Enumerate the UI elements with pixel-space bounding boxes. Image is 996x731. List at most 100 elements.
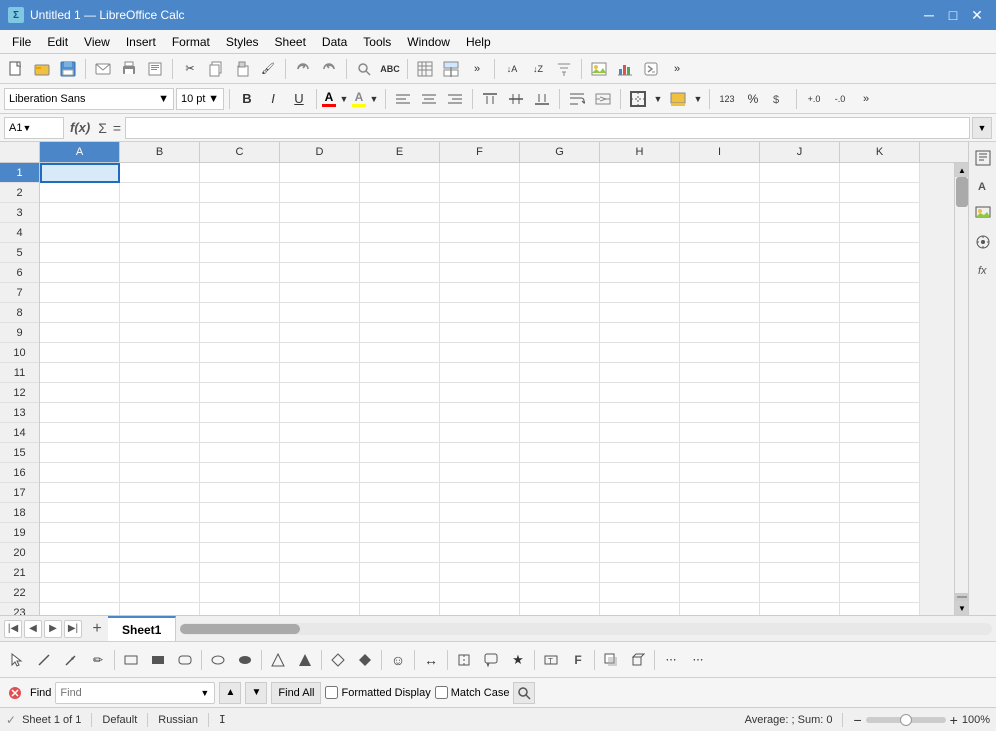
row-num-6[interactable]: 6 xyxy=(0,263,39,283)
cell-E1[interactable] xyxy=(360,163,440,183)
equals-button[interactable]: = xyxy=(111,120,123,136)
row-num-3[interactable]: 3 xyxy=(0,203,39,223)
redo-button[interactable] xyxy=(317,57,341,81)
col-header-F[interactable]: F xyxy=(440,142,520,162)
flowchart-button[interactable] xyxy=(451,647,477,673)
rect-rounded-button[interactable] xyxy=(172,647,198,673)
vertical-scrollbar[interactable]: ▲ ▼ xyxy=(954,163,968,615)
menu-data[interactable]: Data xyxy=(314,30,355,53)
line-tool-button[interactable] xyxy=(31,647,57,673)
col-header-C[interactable]: C xyxy=(200,142,280,162)
sheet-prev-button[interactable]: ◀ xyxy=(24,620,42,638)
diamond-filled-button[interactable] xyxy=(352,647,378,673)
scroll-track[interactable] xyxy=(955,177,968,593)
sheet-tab-1[interactable]: Sheet1 xyxy=(108,616,176,641)
valign-middle-button[interactable] xyxy=(504,87,528,111)
highlight-color-arrow[interactable]: ▼ xyxy=(368,87,380,111)
menu-insert[interactable]: Insert xyxy=(118,30,164,53)
currency-button[interactable]: $ xyxy=(767,87,791,111)
find-search-button[interactable] xyxy=(513,682,535,704)
col-header-A[interactable]: A xyxy=(40,142,120,162)
row-num-21[interactable]: 21 xyxy=(0,563,39,583)
insert-image-button[interactable] xyxy=(587,57,611,81)
triangle-button[interactable] xyxy=(265,647,291,673)
find-text-input[interactable] xyxy=(60,683,200,703)
menu-format[interactable]: Format xyxy=(164,30,218,53)
undo-button[interactable] xyxy=(291,57,315,81)
sort-za-button[interactable]: ↓Z xyxy=(526,57,550,81)
format-paint-button[interactable]: 🖌 xyxy=(256,57,280,81)
scroll-resize-handle[interactable] xyxy=(955,593,968,601)
more-shapes2-button[interactable]: ⋯ xyxy=(685,647,711,673)
insert-macro-button[interactable] xyxy=(639,57,663,81)
find-next-button[interactable]: ▼ xyxy=(245,682,267,704)
row-num-1[interactable]: 1 xyxy=(0,163,39,183)
triangle-filled-button[interactable] xyxy=(292,647,318,673)
zoom-plus-button[interactable]: + xyxy=(950,712,958,728)
menu-window[interactable]: Window xyxy=(399,30,458,53)
cell-K1[interactable] xyxy=(840,163,920,183)
col-header-H[interactable]: H xyxy=(600,142,680,162)
italic-button[interactable]: I xyxy=(261,87,285,111)
merge-cells-button[interactable] xyxy=(591,87,615,111)
sum-button[interactable]: Σ xyxy=(96,120,109,136)
match-case-checkbox[interactable] xyxy=(435,686,448,699)
bg-color-arrow[interactable]: ▼ xyxy=(692,87,704,111)
cell-B1[interactable] xyxy=(120,163,200,183)
formula-input[interactable] xyxy=(125,117,970,139)
paste-button[interactable] xyxy=(230,57,254,81)
function-wizard-button[interactable]: f(x) xyxy=(66,120,94,135)
find-dropdown-arrow[interactable]: ▼ xyxy=(200,688,209,698)
scroll-down-button[interactable]: ▼ xyxy=(955,601,968,615)
row-num-15[interactable]: 15 xyxy=(0,443,39,463)
zoom-slider[interactable] xyxy=(866,717,946,723)
sidebar-styles-button[interactable]: A xyxy=(971,174,995,198)
find-button[interactable] xyxy=(352,57,376,81)
highlight-color-button[interactable]: A xyxy=(352,91,366,107)
cell-A2[interactable] xyxy=(40,183,120,203)
print-button[interactable] xyxy=(117,57,141,81)
minimize-button[interactable]: ─ xyxy=(918,4,940,26)
font-size-dropdown[interactable]: 10 pt ▼ xyxy=(176,88,224,110)
find-close-button[interactable] xyxy=(4,682,26,704)
sort-az-button[interactable]: ↓A xyxy=(500,57,524,81)
menu-tools[interactable]: Tools xyxy=(355,30,399,53)
col-header-E[interactable]: E xyxy=(360,142,440,162)
more-shapes1-button[interactable]: ⋯ xyxy=(658,647,684,673)
cut-button[interactable]: ✂ xyxy=(178,57,202,81)
cell-C1[interactable] xyxy=(200,163,280,183)
dec-decrease-button[interactable]: -.0 xyxy=(828,87,852,111)
3d-button[interactable] xyxy=(625,647,651,673)
formatted-display-option[interactable]: Formatted Display xyxy=(325,686,430,699)
col-header-J[interactable]: J xyxy=(760,142,840,162)
col-header-K[interactable]: K xyxy=(840,142,920,162)
lr-arrow-button[interactable]: ↔ xyxy=(418,647,444,673)
cell-I1[interactable] xyxy=(680,163,760,183)
callout-button[interactable] xyxy=(478,647,504,673)
horizontal-scroll-thumb[interactable] xyxy=(180,624,300,634)
insert-rows-button[interactable] xyxy=(439,57,463,81)
horizontal-scrollbar[interactable] xyxy=(180,623,992,635)
sidebar-functions-button[interactable]: fx xyxy=(971,258,995,282)
menu-file[interactable]: File xyxy=(4,30,39,53)
smiley-button[interactable]: ☺ xyxy=(385,647,411,673)
insert-table-button[interactable] xyxy=(413,57,437,81)
cell-J1[interactable] xyxy=(760,163,840,183)
row-num-16[interactable]: 16 xyxy=(0,463,39,483)
find-all-button[interactable]: Find All xyxy=(271,682,321,704)
col-header-B[interactable]: B xyxy=(120,142,200,162)
row-num-5[interactable]: 5 xyxy=(0,243,39,263)
sidebar-gallery-button[interactable] xyxy=(971,202,995,226)
insert-chart-button[interactable] xyxy=(613,57,637,81)
more-button[interactable]: » xyxy=(465,57,489,81)
border-arrow[interactable]: ▼ xyxy=(652,87,664,111)
zoom-minus-button[interactable]: − xyxy=(853,712,861,728)
row-num-9[interactable]: 9 xyxy=(0,323,39,343)
row-num-18[interactable]: 18 xyxy=(0,503,39,523)
col-header-D[interactable]: D xyxy=(280,142,360,162)
fontwork-button[interactable]: F xyxy=(565,647,591,673)
row-num-14[interactable]: 14 xyxy=(0,423,39,443)
align-center-button[interactable] xyxy=(417,87,441,111)
row-num-19[interactable]: 19 xyxy=(0,523,39,543)
bg-color-button[interactable] xyxy=(666,87,690,111)
